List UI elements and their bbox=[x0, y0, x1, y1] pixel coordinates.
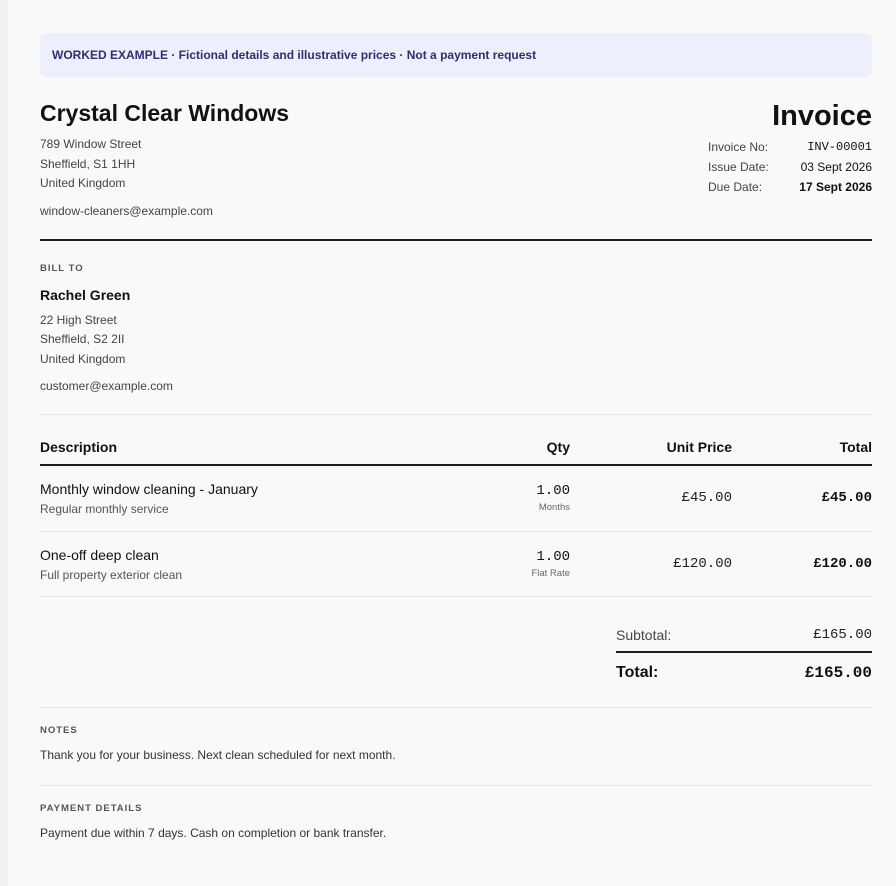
invoice-number-label: Invoice No: bbox=[708, 140, 769, 154]
total-value: £165.00 bbox=[804, 663, 872, 682]
invoice-number: INV-00001 bbox=[807, 140, 872, 154]
line-items-table: Description Qty Unit Price Total Monthly… bbox=[40, 439, 872, 597]
item-line-total: £120.00 bbox=[732, 531, 872, 597]
total-row: Total: £165.00 bbox=[616, 653, 872, 693]
worked-example-banner: WORKED EXAMPLE · Fictional details and i… bbox=[40, 33, 872, 77]
item-qty: 1.00 Flat Rate bbox=[458, 531, 570, 597]
subtotal-label: Subtotal: bbox=[616, 626, 672, 643]
company-name: Crystal Clear Windows bbox=[40, 100, 290, 126]
company-address-line: United Kingdom bbox=[40, 176, 126, 190]
item-subtitle: Full property exterior clean bbox=[40, 567, 183, 582]
totals-block: Subtotal: £165.00 Total: £165.00 bbox=[616, 625, 872, 707]
table-row: One-off deep clean Full property exterio… bbox=[40, 531, 872, 597]
banner-text: WORKED EXAMPLE · Fictional details and i… bbox=[52, 48, 537, 62]
item-qty-value: 1.00 bbox=[536, 548, 570, 565]
payment-details-label: PAYMENT DETAILS bbox=[40, 802, 143, 814]
due-date-label: Due Date: bbox=[708, 180, 763, 194]
item-title: Monthly window cleaning - January bbox=[40, 481, 258, 498]
company-address: 789 Window Street Sheffield, S1 1HH Unit… bbox=[40, 135, 289, 194]
notes-section: NOTES Thank you for your business. Next … bbox=[40, 708, 872, 786]
bill-to-section: BILL TO Rachel Green 22 High Street Shef… bbox=[40, 241, 872, 415]
client-address-line: Sheffield, S2 2II bbox=[40, 332, 125, 346]
client-name: Rachel Green bbox=[40, 286, 131, 303]
item-qty-value: 1.00 bbox=[536, 483, 570, 500]
item-qty: 1.00 Months bbox=[458, 465, 570, 532]
item-qty-unit: Months bbox=[538, 502, 570, 514]
item-description: Monthly window cleaning - January Regula… bbox=[40, 465, 458, 532]
issue-date-label: Issue Date: bbox=[708, 160, 769, 174]
company-address-line: Sheffield, S1 1HH bbox=[40, 156, 136, 171]
invoice-page: WORKED EXAMPLE · Fictional details and i… bbox=[8, 0, 896, 886]
totals-section: Subtotal: £165.00 Total: £165.00 bbox=[40, 625, 872, 708]
invoice-meta: Invoice No: INV-00001 Issue Date: 03 Sep… bbox=[708, 137, 872, 197]
due-date-row: Due Date: 17 Sept 2026 bbox=[708, 177, 872, 197]
item-unit-price: £120.00 bbox=[570, 531, 732, 597]
client-address: 22 High Street Sheffield, S2 2II United … bbox=[40, 311, 872, 370]
item-unit-price: £45.00 bbox=[570, 465, 732, 532]
col-header-unit-price: Unit Price bbox=[570, 439, 732, 466]
col-header-description: Description bbox=[40, 439, 458, 466]
subtotal-value: £165.00 bbox=[813, 626, 872, 643]
col-header-total: Total bbox=[732, 439, 872, 466]
notes-text: Thank you for your business. Next clean … bbox=[40, 747, 396, 762]
client-email[interactable]: customer@example.com bbox=[40, 377, 872, 396]
invoice-title: Invoice bbox=[772, 100, 872, 132]
item-qty-unit: Flat Rate bbox=[531, 567, 570, 579]
item-subtitle: Regular monthly service bbox=[40, 502, 169, 517]
invoice-meta-block: Invoice Invoice No: INV-00001 Issue Date… bbox=[708, 99, 872, 221]
payment-details-section: PAYMENT DETAILS Payment due within 7 day… bbox=[40, 786, 872, 840]
subtotal-row: Subtotal: £165.00 bbox=[616, 625, 872, 653]
payment-details-text: Payment due within 7 days. Cash on compl… bbox=[40, 825, 387, 840]
issue-date: 03 Sept 2026 bbox=[800, 160, 872, 174]
issue-date-row: Issue Date: 03 Sept 2026 bbox=[708, 157, 872, 177]
client-address-line: United Kingdom bbox=[40, 351, 126, 366]
bill-to-label: BILL TO bbox=[40, 262, 84, 274]
table-row: Monthly window cleaning - January Regula… bbox=[40, 465, 872, 532]
notes-label: NOTES bbox=[40, 724, 78, 736]
company-address-line: 789 Window Street bbox=[40, 137, 142, 151]
client-address-line: 22 High Street bbox=[40, 312, 117, 327]
table-header-row: Description Qty Unit Price Total bbox=[40, 439, 872, 466]
item-line-total: £45.00 bbox=[732, 465, 872, 532]
col-header-qty: Qty bbox=[458, 439, 570, 466]
company-email[interactable]: window-cleaners@example.com bbox=[40, 202, 289, 221]
item-description: One-off deep clean Full property exterio… bbox=[40, 531, 458, 597]
item-title: One-off deep clean bbox=[40, 546, 159, 563]
company-block: Crystal Clear Windows 789 Window Street … bbox=[40, 99, 289, 221]
invoice-header: Crystal Clear Windows 789 Window Street … bbox=[40, 99, 872, 241]
due-date: 17 Sept 2026 bbox=[799, 180, 872, 194]
invoice-number-row: Invoice No: INV-00001 bbox=[708, 137, 872, 157]
total-label: Total: bbox=[616, 663, 659, 681]
